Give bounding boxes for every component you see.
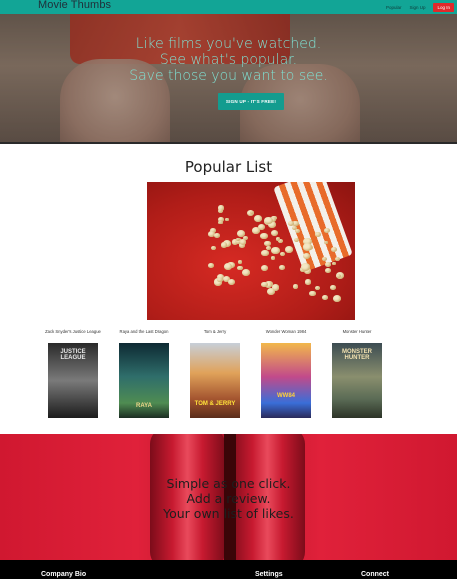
popcorn-kernel xyxy=(217,209,223,214)
hero-tagline: Like films you've watched. See what's po… xyxy=(0,36,457,84)
popcorn-kernel xyxy=(324,261,331,268)
popcorn-kernel xyxy=(264,216,274,225)
popcorn-kernel xyxy=(322,295,329,301)
popcorn-kernel xyxy=(208,262,215,268)
seats-line-1: Simple as one click. xyxy=(166,476,291,491)
popcorn-kernel xyxy=(329,284,337,290)
popcorn-kernel xyxy=(221,242,228,248)
footer-company-bio[interactable]: Company Bio xyxy=(41,571,86,578)
footer-connect[interactable]: Connect xyxy=(361,571,389,578)
popcorn-kernel xyxy=(260,232,269,240)
popcorn-kernel xyxy=(260,264,268,271)
brand-logo-text[interactable]: Movie Thumbs xyxy=(38,0,111,11)
top-nav: Movie Thumbs Popular Sign Up Log In xyxy=(0,0,457,14)
poster-raya[interactable]: RAYA xyxy=(119,343,169,418)
popcorn-kernel xyxy=(275,237,280,241)
popcorn-kernel xyxy=(242,268,251,276)
poster-monster-hunter[interactable]: MONSTER HUNTER xyxy=(332,343,382,418)
popcorn-kernel xyxy=(217,277,223,283)
popcorn-kernel xyxy=(242,235,249,241)
poster-1-label: JUSTICE LEAGUE xyxy=(60,349,86,361)
poster-4-label: WW84 xyxy=(277,393,295,399)
popcorn-kernel xyxy=(314,285,320,290)
popcorn-kernel xyxy=(285,245,294,253)
popcorn-kernel xyxy=(304,279,312,285)
popcorn-kernel xyxy=(213,232,221,238)
poster-tom-jerry[interactable]: TOM & JERRY xyxy=(190,343,240,418)
popcorn-kernel xyxy=(237,260,243,265)
popcorn-kernel xyxy=(227,278,235,285)
hero-section: Like films you've watched. See what's po… xyxy=(0,14,457,144)
nav-links: Popular Sign Up Log In xyxy=(386,0,457,14)
poster-justice-league[interactable]: JUSTICE LEAGUE xyxy=(48,343,98,418)
popcorn-cup xyxy=(273,182,353,273)
popcorn-kernel xyxy=(218,220,223,225)
login-button[interactable]: Log In xyxy=(433,2,454,12)
movie-title-3[interactable]: Tom & Jerry xyxy=(180,329,250,334)
popcorn-kernel xyxy=(223,262,232,270)
signup-button[interactable]: SIGN UP - IT'S FREE! xyxy=(218,93,284,110)
popcorn-kernel xyxy=(292,284,298,289)
popcorn-kernel xyxy=(279,265,286,271)
hero-divider xyxy=(0,142,457,144)
movie-title-2[interactable]: Raya and the Last Dragon xyxy=(109,329,179,334)
popcorn-kernel xyxy=(251,227,260,234)
popcorn-kernel xyxy=(210,245,217,251)
hero-line-3: Save those you want to see. xyxy=(129,68,328,84)
nav-link-popular[interactable]: Popular xyxy=(386,5,402,10)
poster-3-label: TOM & JERRY xyxy=(194,401,236,407)
popcorn-kernel xyxy=(332,295,342,303)
popcorn-kernel xyxy=(323,240,328,245)
footer-settings[interactable]: Settings xyxy=(255,571,283,578)
popcorn-kernel xyxy=(224,217,229,222)
popular-list-title: Popular List xyxy=(184,158,273,176)
hero-line-2: See what's popular. xyxy=(159,52,298,68)
popcorn-kernel xyxy=(294,237,300,242)
popcorn-kernel xyxy=(309,290,317,297)
seats-tagline: Simple as one click. Add a review. Your … xyxy=(0,476,457,521)
popcorn-kernel xyxy=(270,229,279,237)
hero-line-1: Like films you've watched. xyxy=(135,36,322,52)
popcorn-kernel xyxy=(324,267,331,273)
popcorn-kernel xyxy=(271,246,280,254)
popcorn-kernel xyxy=(294,228,300,233)
popcorn-kernel xyxy=(279,251,285,257)
popcorn-kernel xyxy=(335,256,341,262)
popcorn-kernel xyxy=(303,243,312,251)
popcorn-kernel xyxy=(266,288,276,296)
movie-title-5[interactable]: Monster Hunter xyxy=(322,329,392,334)
poster-5-label: MONSTER HUNTER xyxy=(342,349,372,361)
popcorn-kernel xyxy=(253,215,263,223)
movie-title-4[interactable]: Wonder Woman 1984 xyxy=(251,329,321,334)
seats-section: Simple as one click. Add a review. Your … xyxy=(0,434,457,560)
popcorn-kernel xyxy=(270,256,276,261)
popcorn-kernel xyxy=(301,263,310,271)
footer: Company Bio Settings Connect xyxy=(0,560,457,579)
popcorn-kernel xyxy=(324,227,331,234)
poster-wonder-woman[interactable]: WW84 xyxy=(261,343,311,418)
poster-2-label: RAYA xyxy=(136,403,152,409)
movie-title-1[interactable]: Zack Snyder's Justice League xyxy=(38,329,108,334)
popcorn-kernel xyxy=(335,274,341,279)
popcorn-kernel xyxy=(331,261,336,266)
popcorn-image xyxy=(147,182,355,320)
popcorn-kernel xyxy=(303,252,311,259)
seats-line-2: Add a review. xyxy=(186,491,271,506)
popcorn-kernel xyxy=(261,249,269,257)
popcorn-kernel xyxy=(249,210,255,215)
nav-link-signup[interactable]: Sign Up xyxy=(409,5,425,10)
seats-line-3: Your own list of likes. xyxy=(163,506,294,521)
